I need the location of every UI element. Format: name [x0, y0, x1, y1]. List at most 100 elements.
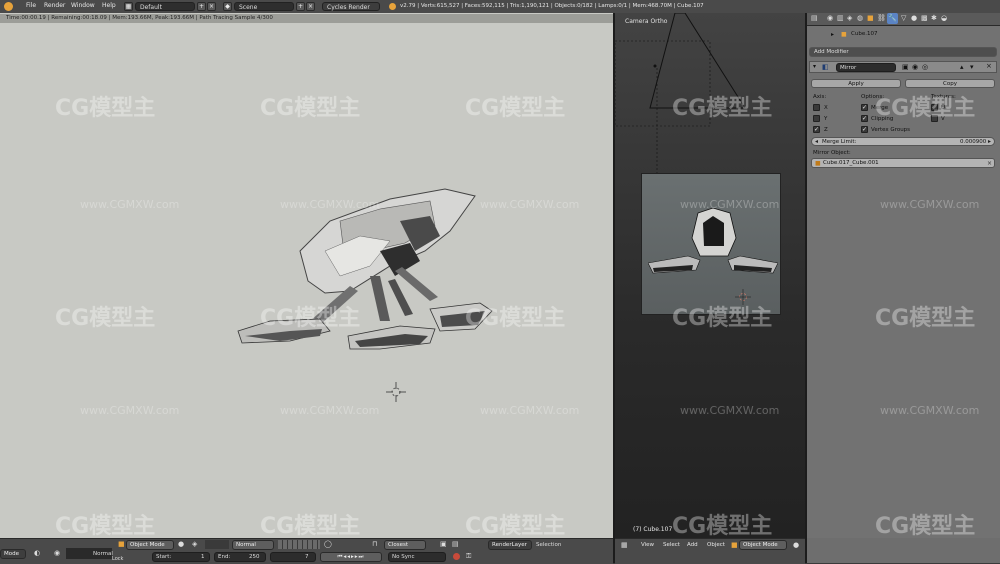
object-tab-icon[interactable]: ■: [867, 14, 874, 22]
pivot-point-icon[interactable]: ◈: [192, 540, 197, 548]
clipping-checkbox[interactable]: ✓: [861, 115, 868, 122]
camera-preview-model: [648, 208, 778, 274]
move-up-icon[interactable]: ▴: [960, 63, 964, 71]
material-tab-icon[interactable]: ●: [911, 14, 917, 22]
menu-add[interactable]: Add: [687, 542, 698, 548]
camera-view-header: ▦ View Select Add Object ■ Object Mode ●: [615, 538, 805, 564]
menu-view[interactable]: View: [641, 542, 654, 548]
remove-layout-button[interactable]: ×: [207, 2, 216, 11]
screen-layout-icon[interactable]: ▦: [124, 2, 133, 11]
shading-mode-icon[interactable]: ●: [178, 540, 184, 548]
axis-y-checkbox[interactable]: [813, 115, 820, 122]
editor-type-menu-icon[interactable]: ▦: [621, 541, 628, 549]
menu-render[interactable]: Render: [44, 2, 65, 9]
scene-icon[interactable]: ◆: [223, 2, 232, 11]
axis-z-checkbox[interactable]: ✓: [813, 126, 820, 133]
increment-arrow-icon[interactable]: ▸: [988, 138, 991, 146]
world-tab-icon[interactable]: ◍: [857, 14, 863, 22]
watermark-brand-8: CG模型主: [465, 306, 566, 331]
add-layout-button[interactable]: +: [197, 2, 206, 11]
mode-fragment-field[interactable]: Mode: [0, 549, 26, 559]
watermark-brand-3: CG模型主: [465, 96, 566, 121]
keying-set-icon[interactable]: ⚿: [466, 552, 471, 561]
playback-controls[interactable]: ⏮◂◂▸▸⏭: [320, 552, 382, 562]
render-progress-info: Time:00:00.19 | Remaining:00:18.09 | Mem…: [0, 14, 613, 23]
vertex-groups-checkbox[interactable]: ✓: [861, 126, 868, 133]
render-tab-icon[interactable]: ◉: [827, 14, 833, 22]
remove-scene-button[interactable]: ×: [306, 2, 315, 11]
layout-selector[interactable]: Default: [135, 2, 195, 11]
axis-x-checkbox[interactable]: [813, 104, 820, 111]
add-modifier-dropdown[interactable]: Add Modifier: [809, 47, 997, 57]
mirror-modifier-header: ▾ ◧ Mirror ▣ ◉ ◎ ▴ ▾ ×: [809, 61, 997, 73]
mirror-object-field[interactable]: ■ Cube.017_Cube.001 ×: [811, 158, 995, 168]
scene-selector[interactable]: Scene: [234, 2, 294, 11]
current-frame-field[interactable]: 7: [270, 552, 316, 562]
modifier-name-field[interactable]: Mirror: [836, 63, 896, 72]
layer-buttons[interactable]: [278, 540, 320, 549]
properties-tab-row: ▤ ◉ ▥ ◈ ◍ ■ ⛓ 🔧 ▽ ● ▩ ✱ ◒: [807, 13, 1000, 26]
merge-limit-field[interactable]: ◂ Merge Limit: 0.000900 ▸: [811, 137, 995, 146]
object-mode-cube-icon: ■: [118, 540, 125, 548]
sync-mode-selector[interactable]: No Sync: [388, 552, 446, 562]
apply-button[interactable]: Apply: [811, 79, 901, 88]
render-engine-selector[interactable]: Cycles Render: [322, 2, 380, 11]
menu-window[interactable]: Window: [71, 2, 95, 9]
particles-tab-icon[interactable]: ✱: [931, 14, 937, 22]
show-render-icon[interactable]: ◎: [922, 63, 928, 71]
record-keyframe-icon[interactable]: [453, 553, 460, 560]
render-animation-icon[interactable]: ▤: [452, 540, 459, 548]
viewport-shading-icon[interactable]: ◐: [34, 549, 40, 557]
menu-select[interactable]: Select: [663, 542, 680, 548]
show-viewport-icon[interactable]: ◉: [912, 63, 918, 71]
show-in-editmode-icon[interactable]: ▣: [902, 63, 909, 71]
start-frame-field[interactable]: Start: 1: [152, 552, 210, 562]
end-frame-field[interactable]: End: 250: [214, 552, 266, 562]
decrement-arrow-icon[interactable]: ◂: [815, 138, 818, 146]
object-mode-selector-right[interactable]: Object Mode: [739, 540, 787, 550]
render-layer-selector[interactable]: RenderLayer: [488, 540, 532, 550]
collapse-arrow-icon[interactable]: ▾: [813, 63, 816, 70]
menu-object[interactable]: Object: [707, 542, 725, 548]
watermark-brand-14: CG模型主: [672, 514, 773, 539]
copy-button[interactable]: Copy: [905, 79, 995, 88]
add-scene-button[interactable]: +: [296, 2, 305, 11]
move-down-icon[interactable]: ▾: [970, 63, 974, 71]
modifiers-tab-icon[interactable]: 🔧: [887, 13, 898, 24]
remove-modifier-icon[interactable]: ×: [986, 62, 992, 70]
editor-type-icon[interactable]: ▤: [811, 14, 818, 22]
scene-tab-icon[interactable]: ◈: [847, 14, 852, 22]
layers-tab-icon[interactable]: ▥: [837, 14, 844, 22]
axis-z-label: Z: [824, 127, 828, 133]
transform-orientation-selector[interactable]: Normal: [232, 540, 274, 550]
snap-target-selector[interactable]: Closest: [384, 540, 426, 550]
object-cube-icon: ■: [841, 31, 847, 38]
data-tab-icon[interactable]: ▽: [901, 14, 906, 22]
watermark-url-6: www.CGMXW.com: [80, 404, 180, 417]
menu-file[interactable]: File: [26, 2, 36, 9]
texture-tab-icon[interactable]: ▩: [921, 14, 928, 22]
physics-tab-icon[interactable]: ◒: [941, 14, 947, 22]
clear-mirror-object-icon[interactable]: ×: [987, 159, 992, 168]
manipulator-icons[interactable]: [205, 540, 229, 549]
watermark-brand-6: CG模型主: [55, 306, 156, 331]
merge-limit-label: Merge Limit:: [822, 139, 857, 145]
render-image-icon[interactable]: ▣: [440, 540, 447, 548]
pivot-icon[interactable]: ◉: [54, 549, 60, 557]
mirror-object-label: Mirror Object:: [813, 150, 851, 156]
blender-logo-icon[interactable]: [4, 2, 13, 11]
menu-help[interactable]: Help: [102, 2, 116, 9]
blender-info-icon: [389, 3, 396, 10]
constraints-tab-icon[interactable]: ⛓: [877, 14, 886, 22]
selection-label[interactable]: Selection: [536, 542, 561, 548]
watermark-brand-11: CG模型主: [55, 514, 156, 539]
watermark-brand-7: CG模型主: [260, 306, 361, 331]
merge-checkbox[interactable]: ✓: [861, 104, 868, 111]
proportional-edit-icon[interactable]: ◯: [324, 540, 332, 548]
snap-magnet-icon[interactable]: ⊓: [372, 540, 377, 548]
mirror-object-value: Cube.017_Cube.001: [823, 160, 879, 166]
object-mode-selector[interactable]: Object Mode: [126, 540, 174, 550]
viewport-shading-icon-right[interactable]: ●: [793, 541, 799, 549]
top-header-bar: File Render Window Help ▦ Default + × ◆ …: [0, 0, 1000, 14]
3d-cursor-icon[interactable]: [386, 382, 406, 402]
